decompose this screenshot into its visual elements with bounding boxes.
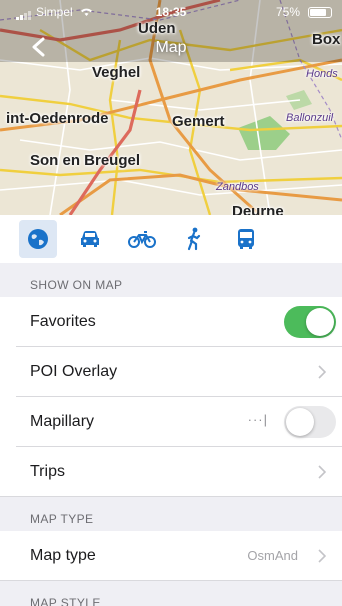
section-header-map-style: MAP STYLE (0, 581, 342, 606)
mapillary-more-indicator[interactable]: ···| (248, 412, 268, 427)
mapillary-label: Mapillary (30, 413, 95, 430)
mode-bicycle-button[interactable] (123, 220, 161, 258)
section-header-map-type: MAP TYPE (0, 497, 342, 531)
map-preview[interactable]: Uden Box Veghel Honds int-Oedenrode Geme… (0, 0, 342, 215)
toggle-knob (306, 308, 334, 336)
bicycle-icon (128, 231, 156, 248)
poi-overlay-label: POI Overlay (30, 363, 118, 380)
map-type-value: OsmAnd (247, 548, 298, 563)
favorites-row[interactable]: Favorites (0, 297, 342, 347)
status-bar: Simpel 18:35 75% (0, 0, 342, 24)
battery-icon (308, 7, 332, 18)
map-type-row[interactable]: Map type OsmAnd (0, 531, 342, 581)
mapillary-row[interactable]: Mapillary ···| (0, 397, 342, 447)
section-header-show-on-map: SHOW ON MAP (0, 263, 342, 297)
poi-overlay-row[interactable]: POI Overlay (0, 347, 342, 397)
car-icon (81, 231, 99, 247)
mode-globe-button[interactable] (19, 220, 57, 258)
map-label-ballonzuil: Ballonzuil (286, 112, 334, 124)
trips-row[interactable]: Trips (0, 447, 342, 497)
map-label-oedenrode: int-Oedenrode (6, 110, 109, 127)
favorites-label: Favorites (30, 313, 96, 330)
page-title: Map (155, 39, 187, 56)
map-type-label: Map type (30, 547, 96, 564)
battery-percent: 75% (275, 5, 300, 19)
map-label-gemert: Gemert (172, 113, 225, 130)
trips-label: Trips (30, 463, 65, 480)
favorites-toggle[interactable] (284, 306, 336, 338)
toggle-knob (286, 408, 314, 436)
chevron-right-icon (318, 465, 326, 479)
chevron-right-icon (318, 365, 326, 379)
map-label-honds: Honds (306, 68, 338, 80)
bus-icon (238, 229, 254, 249)
map-label-zandbos: Zandbos (216, 181, 259, 193)
mapillary-toggle[interactable] (284, 406, 336, 438)
mode-car-button[interactable] (71, 220, 109, 258)
globe-icon (28, 229, 48, 249)
pedestrian-icon (187, 227, 201, 251)
map-label-son: Son en Breugel (30, 152, 141, 169)
map-label-veghel: Veghel (92, 64, 141, 81)
transport-mode-bar (0, 215, 342, 263)
mode-bus-button[interactable] (227, 220, 265, 258)
chevron-right-icon (318, 549, 326, 563)
mode-pedestrian-button[interactable] (175, 220, 213, 258)
map-label-deurne: Deurne (232, 203, 284, 215)
